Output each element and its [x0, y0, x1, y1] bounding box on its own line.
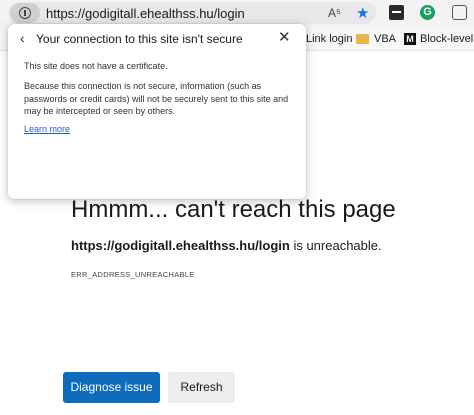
error-message: https://godigitall.ehealthss.hu/login is…: [71, 238, 382, 253]
popup-title: Your connection to this site isn't secur…: [36, 32, 243, 46]
collections-icon[interactable]: [452, 5, 467, 20]
error-host: https://godigitall.ehealthss.hu/login: [71, 238, 290, 253]
folder-icon: [356, 34, 369, 44]
info-icon: [19, 7, 31, 19]
refresh-button[interactable]: Refresh: [168, 372, 235, 403]
url-text[interactable]: https://godigitall.ehealthss.hu/login: [46, 6, 245, 21]
site-info-button[interactable]: [10, 3, 40, 23]
popup-paragraph-certificate: This site does not have a certificate.: [24, 61, 168, 71]
popup-paragraph-warning: Because this connection is not secure, i…: [24, 81, 289, 116]
learn-more-link[interactable]: Learn more: [24, 124, 70, 134]
diagnose-issue-button[interactable]: Diagnose issue: [63, 372, 160, 403]
favorite-block-level[interactable]: Block-level e: [420, 33, 474, 45]
extension-icon[interactable]: [389, 5, 404, 20]
address-bar[interactable]: https://godigitall.ehealthss.hu/login A⁵…: [8, 2, 376, 24]
m-logo-icon: M: [404, 33, 416, 45]
error-heading: Hmmm... can't reach this page: [71, 196, 396, 223]
favorite-folder-vba[interactable]: VBA: [374, 33, 396, 45]
favorite-link-login[interactable]: Link login: [306, 33, 352, 45]
grammarly-icon[interactable]: G: [420, 5, 435, 20]
error-code: ERR_ADDRESS_UNREACHABLE: [71, 270, 195, 279]
error-suffix: is unreachable.: [289, 238, 382, 253]
read-aloud-icon[interactable]: A⁵: [328, 6, 341, 20]
close-icon[interactable]: ✕: [278, 28, 291, 46]
back-chevron-icon[interactable]: ‹: [20, 30, 25, 46]
security-popup: ‹ Your connection to this site isn't sec…: [8, 24, 306, 199]
star-icon[interactable]: ★: [356, 4, 369, 22]
